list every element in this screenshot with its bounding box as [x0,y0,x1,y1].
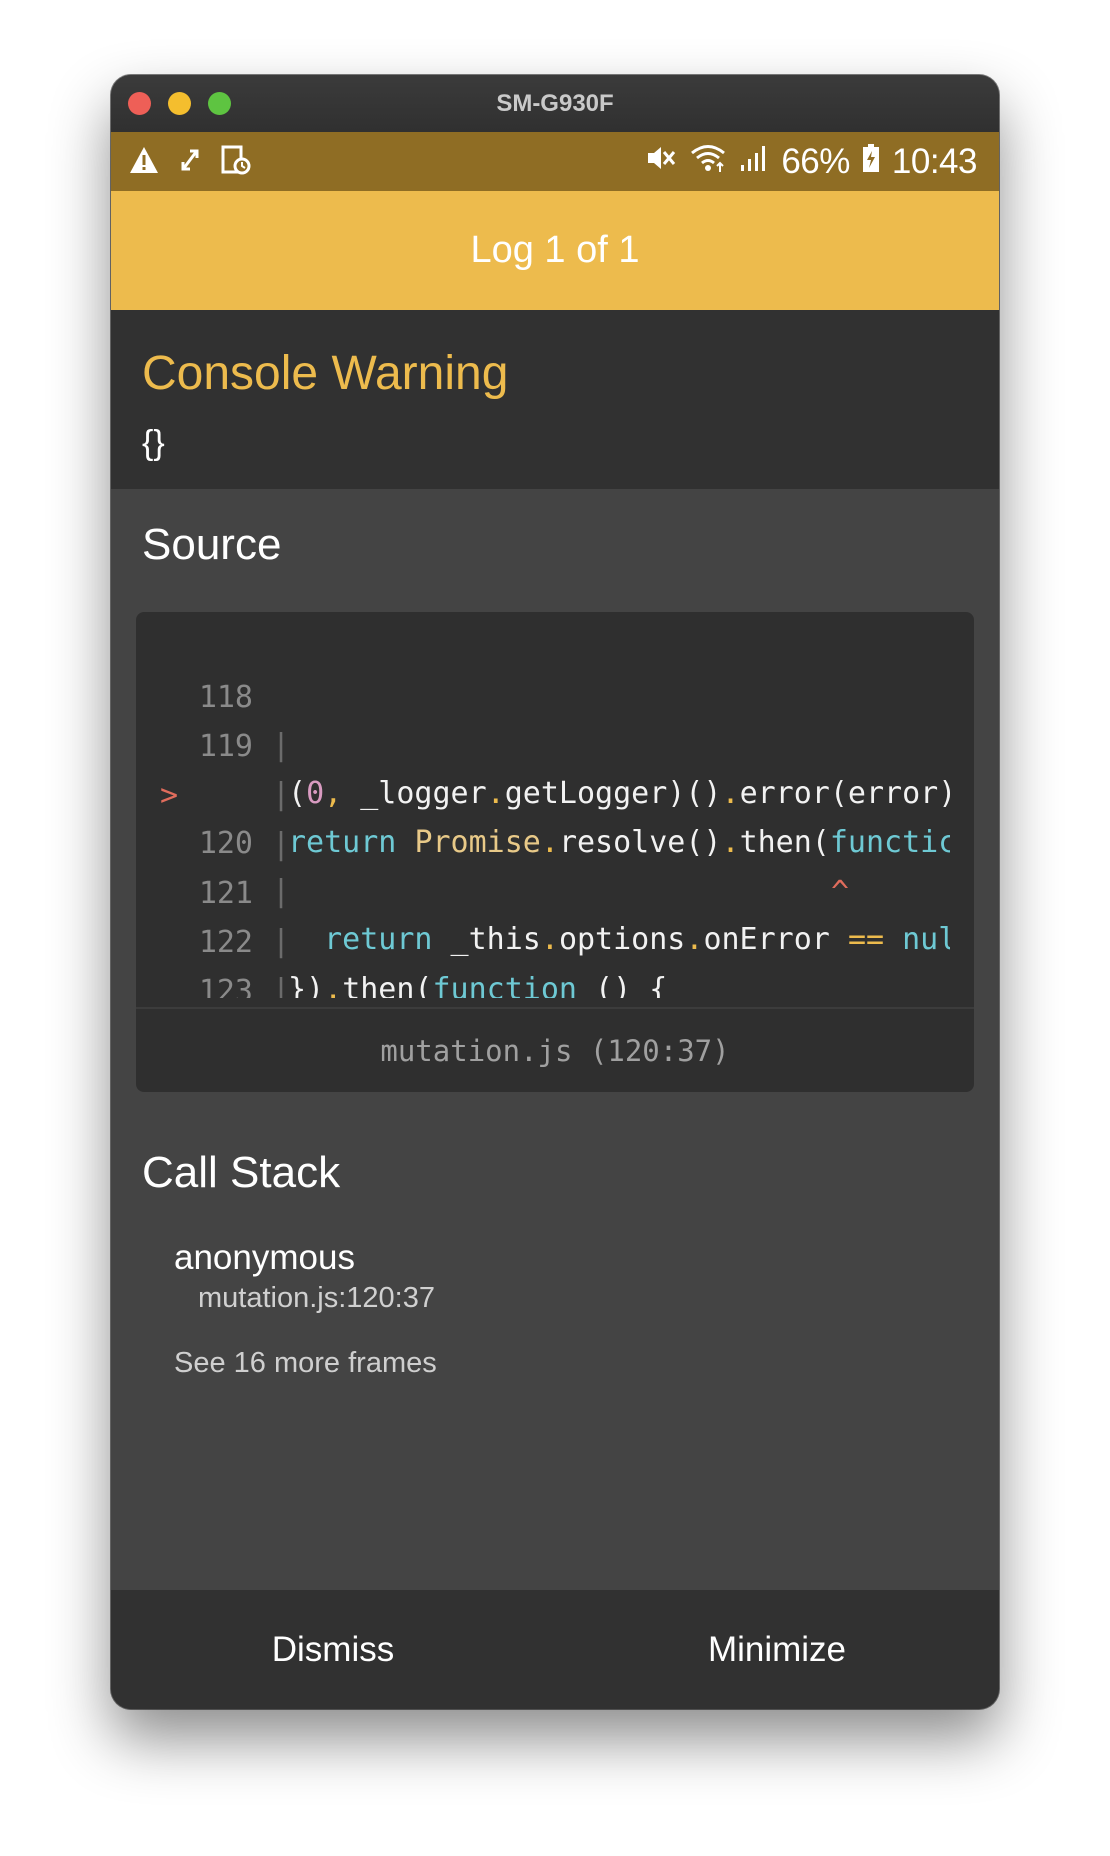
window-titlebar: SM-G930F [111,75,999,132]
code-line: 123 | }).then(function () { [136,920,974,998]
log-counter: Log 1 of 1 [470,229,640,271]
log-header: Log 1 of 1 [111,191,999,310]
source-location[interactable]: mutation.js (120:37) [136,1007,974,1092]
battery-percent: 66% [781,142,850,181]
mute-icon [645,143,677,182]
window-title: SM-G930F [496,90,614,117]
code-frame[interactable]: 118 | (0, _logger.getLogger)().error(err… [136,612,974,1092]
stack-frame-name[interactable]: anonymous [174,1238,355,1278]
code-text: }).then(function () { [288,972,668,998]
signal-icon [739,143,769,182]
dismiss-button[interactable]: Dismiss [111,1590,555,1709]
code-line: 119 | return Promise.resolve().then(func… [136,675,974,860]
warning-icon [129,146,159,179]
line-number: 123 [198,974,253,998]
see-more-frames-link[interactable]: See 16 more frames [174,1347,437,1380]
code-line-caret: | ^ [136,773,974,910]
code-line: 118 | (0, _logger.getLogger)().error(err… [136,626,974,811]
expand-icon [179,146,201,179]
code-lines: 118 | (0, _logger.getLogger)().error(err… [136,626,974,998]
warning-title: Console Warning [142,347,509,400]
document-sync-icon [221,145,251,180]
call-stack-heading: Call Stack [142,1148,341,1197]
battery-charging-icon [862,143,880,182]
wifi-icon [689,143,727,182]
code-line-highlighted: > 120 | return _this.options.onError == … [136,724,974,957]
status-time: 10:43 [891,142,978,181]
android-status-bar: 66% 10:43 [111,132,999,191]
code-line: 121 | }).then(function () { [136,822,974,998]
action-bar: Dismiss Minimize [111,1590,999,1709]
minimize-button[interactable]: Minimize [555,1590,999,1709]
simulator-window: SM-G930F 66% 10:43 Log 1 of 1 Console Wa… [111,75,999,1709]
code-line: 122 | return _this.options.onSettled == … [136,871,974,998]
warning-block: Console Warning {} [111,310,999,489]
warning-message: {} [142,424,165,462]
source-heading: Source [142,520,282,569]
stack-frame-location[interactable]: mutation.js:120:37 [198,1282,435,1315]
